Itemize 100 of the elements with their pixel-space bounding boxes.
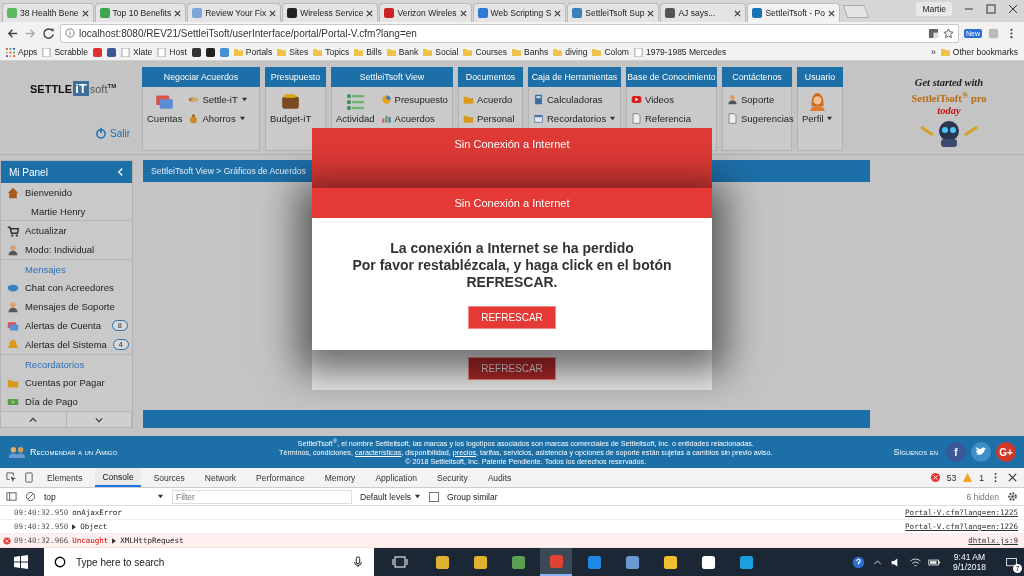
bookmark-folder[interactable]: Courses (463, 47, 508, 57)
sidebar-item[interactable]: Cuentas por Pagar (1, 373, 132, 392)
browser-tab[interactable]: SettleiTsoft Sup (567, 3, 660, 22)
filter-field[interactable]: Filter (172, 489, 352, 504)
wifi-icon[interactable] (908, 555, 922, 569)
search-field[interactable]: Type here to search (74, 555, 344, 569)
recommend-link[interactable]: Recomendar a un Amigo (8, 445, 158, 459)
menu-item[interactable]: Perfil (802, 91, 833, 124)
bookmark-folder[interactable]: Portals (233, 47, 273, 57)
reload-icon[interactable] (42, 26, 55, 40)
sidebar-item[interactable]: Modo: Individual (1, 240, 132, 259)
star-icon[interactable] (943, 27, 954, 39)
browser-tab[interactable]: Web Scripting S (472, 3, 567, 22)
refresh-button[interactable]: REFRESCAR (468, 357, 556, 380)
menu-item[interactable]: Recordatorios (533, 113, 617, 124)
sidebar-item[interactable]: Actualizar (1, 221, 132, 240)
menu-group-title[interactable]: Base de Conocimiento (626, 67, 717, 87)
menu-group-title[interactable]: Presupuesto (265, 67, 326, 87)
promo-text[interactable]: Get started with SettleiTsoft$^{®}$ pro today (911, 77, 987, 117)
settings-icon[interactable] (1007, 491, 1018, 502)
apps-bookmark[interactable]: Apps (6, 47, 38, 57)
sidebar-item[interactable]: Mensajes de Soporte (1, 297, 132, 316)
social-button[interactable]: f (946, 442, 966, 462)
menu-item[interactable]: Soporte (727, 94, 794, 105)
microphone-icon[interactable] (352, 556, 364, 568)
search-box[interactable]: Type here to search (44, 548, 374, 576)
menu-group-title[interactable]: Negociar Acuerdos (142, 67, 260, 87)
menu-item[interactable]: Settle-iT (188, 94, 248, 105)
menu-item[interactable]: Acuerdos (380, 113, 448, 124)
clock[interactable]: 9:41 AM 9/1/2018 (946, 551, 992, 573)
bookmark[interactable]: Xlate (120, 47, 153, 57)
social-button[interactable]: G+ (996, 442, 1016, 462)
bookmark-folder[interactable]: Sites (277, 47, 309, 57)
address-bar[interactable]: localhost:8080/REV21/SettleiTsoft/userInterface/portal/Portal-V.cfm?lang=en (60, 23, 959, 43)
bookmark-folder[interactable]: diving (553, 47, 588, 57)
help-icon[interactable] (851, 555, 865, 569)
sidebar-item[interactable]: Bienvenido (1, 183, 132, 202)
bookmark[interactable]: Host (157, 47, 187, 57)
devtools-tab[interactable]: Sources (146, 468, 192, 487)
devtools-tab[interactable]: Console (95, 468, 141, 487)
browser-tab[interactable]: Verizon Wireles (379, 3, 472, 22)
close-icon[interactable] (366, 9, 374, 17)
close-icon[interactable] (827, 9, 835, 17)
menu-group-title[interactable]: Caja de Herramientas (528, 67, 621, 87)
browser-tab[interactable]: 38 Health Bene (2, 3, 94, 22)
browser-tab[interactable]: Review Your Fix (187, 3, 282, 22)
menu-item[interactable]: Sugerencias (727, 113, 794, 124)
sidebar-toggle-icon[interactable] (6, 491, 17, 502)
clear-icon[interactable] (25, 491, 36, 502)
refresh-button[interactable]: REFRESCAR (468, 306, 556, 330)
menu-group-title[interactable]: Usuario (797, 67, 843, 87)
translate-icon[interactable] (928, 27, 939, 39)
bookmark[interactable]: 1979-1985 Mercedes (633, 47, 727, 57)
close-icon[interactable] (174, 9, 182, 17)
expand-arrow-icon[interactable] (72, 523, 77, 530)
bookmark-folder[interactable]: Banhs (512, 47, 549, 57)
bookmark-folder[interactable]: Topics (313, 47, 350, 57)
menu-group-title[interactable]: Contáctenos (722, 67, 792, 87)
menu-item[interactable]: Videos (631, 94, 691, 105)
devtools-tab[interactable]: Audits (480, 468, 519, 487)
bird-icon[interactable] (971, 442, 991, 462)
sidebar-item[interactable]: Día de Pago (1, 392, 132, 411)
profile-button[interactable]: Martie (916, 2, 952, 16)
menu-item[interactable]: Actividad (336, 91, 375, 124)
devtools-tab[interactable]: Elements (40, 468, 90, 487)
menu-group-title[interactable]: Documentos (458, 67, 523, 87)
sidebar-item[interactable]: Chat con Acreedores (1, 278, 132, 297)
collapse-icon[interactable] (117, 167, 124, 177)
checkbox-label[interactable]: Group similar (447, 491, 498, 502)
menu-item[interactable]: Ahorros (188, 113, 248, 124)
checkbox[interactable] (429, 491, 440, 502)
menu-item[interactable]: Personal (463, 113, 515, 124)
close-icon[interactable] (81, 9, 89, 17)
error-count[interactable]: 53 (946, 472, 957, 483)
browser-tab[interactable]: Top 10 Benefits (94, 3, 187, 22)
menu-group-title[interactable]: SettleiTsoft View (331, 67, 453, 87)
task-view-icon[interactable] (392, 554, 408, 570)
devtools-tab[interactable]: Memory (317, 468, 363, 487)
close-icon[interactable] (734, 9, 742, 17)
bookmark-folder[interactable]: Colom (592, 47, 629, 57)
devtools-tab[interactable]: Security (429, 468, 475, 487)
menu-item[interactable]: Acuerdo (463, 94, 515, 105)
browser-tab[interactable]: SettleiTsoft - Po (747, 3, 840, 22)
bookmark[interactable]: Scrabble (42, 47, 88, 57)
close-icon[interactable] (1007, 472, 1018, 483)
menu-item[interactable]: Budget-iT (270, 91, 312, 124)
inspect-icon[interactable] (6, 472, 17, 483)
close-icon[interactable] (554, 9, 562, 17)
more-bookmarks-button[interactable]: » (931, 47, 936, 57)
bookmark-folder[interactable]: Bills (354, 47, 382, 57)
context-select[interactable]: top (44, 491, 164, 502)
browser-tab[interactable]: AJ says... (660, 3, 747, 22)
address-field[interactable]: localhost:8080/REV21/SettleiTsoft/userInterface/portal/Portal-V.cfm?lang=en (79, 27, 924, 39)
expand-arrow-icon[interactable] (112, 537, 117, 544)
bookmark-folder[interactable]: Bank (386, 47, 419, 57)
close-icon[interactable] (269, 9, 277, 17)
bookmark-folder[interactable]: Social (423, 47, 459, 57)
menu-item[interactable]: Cuentas (147, 91, 183, 124)
devtools-tab[interactable]: Application (368, 468, 424, 487)
device-icon[interactable] (23, 472, 34, 483)
